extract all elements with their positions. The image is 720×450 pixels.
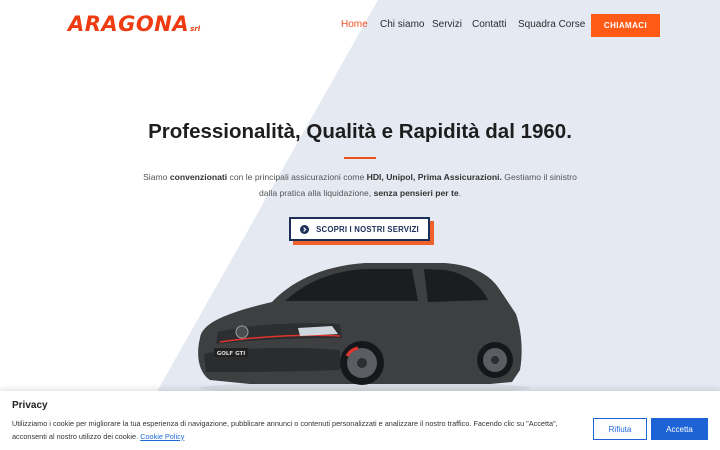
call-button[interactable]: CHIAMACI: [591, 14, 660, 37]
nav-item-squadra-corse[interactable]: Squadra Corse: [518, 19, 585, 30]
cookie-banner-text: Utilizziamo i cookie per migliorare la t…: [12, 419, 558, 441]
brand-logo-suffix: srl: [190, 25, 201, 33]
brand-logo-text: ARAGONA: [68, 12, 190, 36]
car-plate: GOLF GTI: [217, 351, 246, 357]
cookie-policy-link[interactable]: Cookie Policy: [140, 432, 184, 441]
cookie-banner: Privacy Utilizziamo i cookie per miglior…: [0, 391, 720, 450]
reject-cookies-button[interactable]: Rifiuta: [593, 418, 647, 440]
services-button-label: SCOPRI I NOSTRI SERVIZI: [316, 224, 419, 234]
arrow-circle-right-icon: [300, 224, 310, 234]
cookie-banner-title: Privacy: [12, 400, 48, 411]
hero-description: Siamo convenzionati con le principali as…: [143, 172, 577, 198]
services-button[interactable]: SCOPRI I NOSTRI SERVIZI: [289, 217, 430, 241]
brand-logo[interactable]: ARAGONAsrl: [68, 12, 200, 36]
hero-title: Professionalità, Qualità e Rapidità dal …: [148, 120, 572, 143]
nav-item-servizi[interactable]: Servizi: [432, 19, 462, 30]
nav-item-chi-siamo[interactable]: Chi siamo: [380, 19, 424, 30]
nav-item-home[interactable]: Home: [341, 19, 368, 30]
car-image: GOLF GTI: [198, 263, 530, 394]
nav-item-contatti[interactable]: Contatti: [472, 19, 506, 30]
accept-cookies-button[interactable]: Accetta: [651, 418, 708, 440]
hero-divider: [344, 157, 376, 159]
